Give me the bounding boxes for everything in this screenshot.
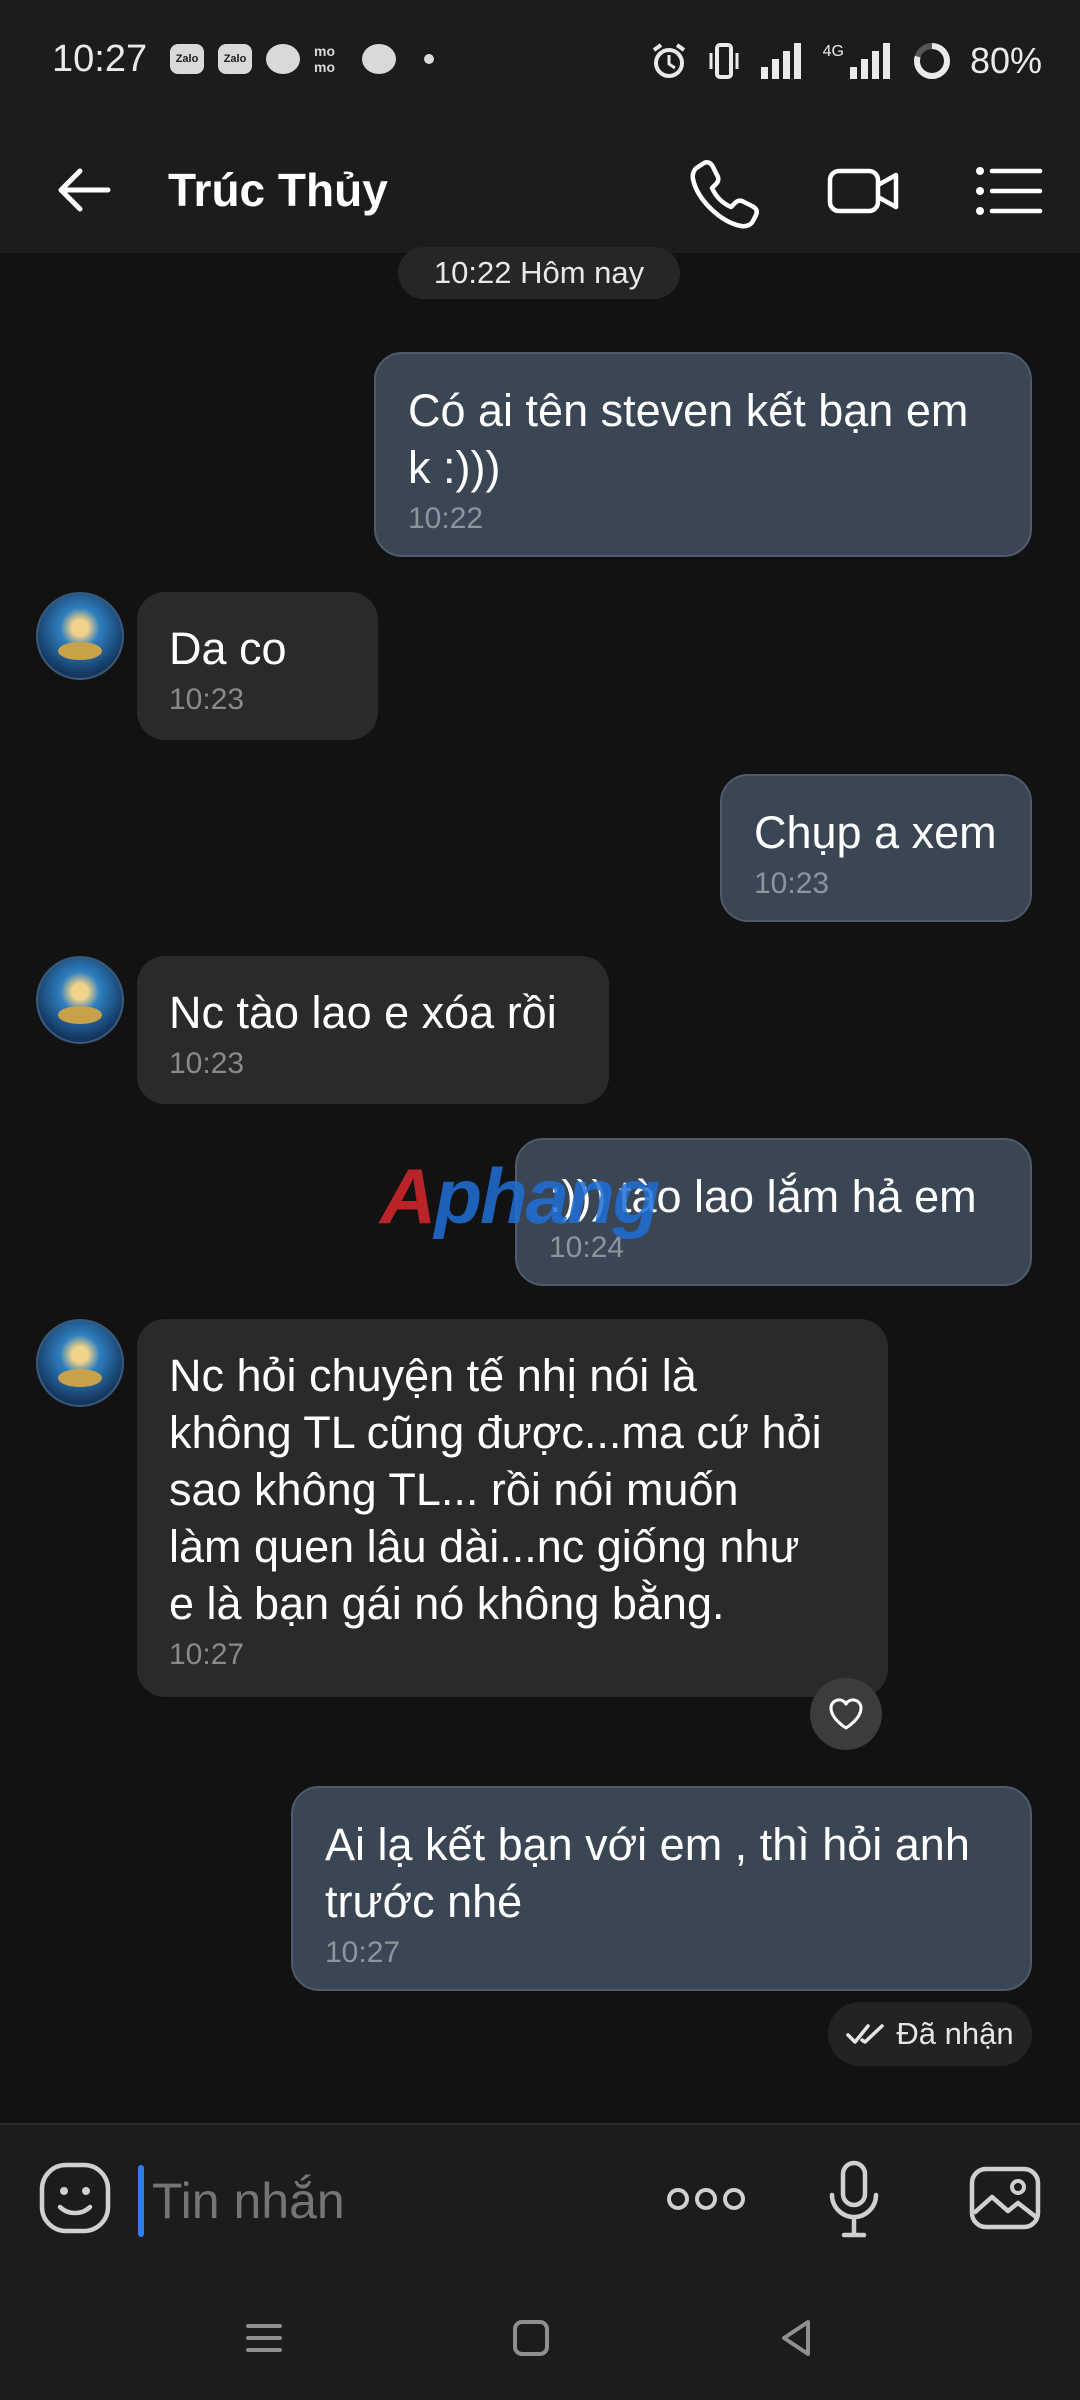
more-options-button[interactable] [664, 2173, 748, 2225]
status-time: 10:27 [52, 38, 148, 80]
heart-icon [829, 1698, 863, 1730]
menu-list-icon [976, 167, 1043, 215]
message-time: 10:22 [408, 502, 484, 535]
message-text: Da co [169, 623, 287, 674]
message-time: 10:27 [325, 1936, 401, 1969]
heart-notification-icon [362, 44, 396, 74]
incoming-message[interactable]: Nc hỏi chuyện tế nhị nói là không TL cũn… [137, 1319, 888, 1697]
message-text: Nc tào lao e xóa rồi [169, 987, 557, 1038]
momo-notification-icon: mo mo [314, 43, 335, 75]
recent-apps-icon [246, 2324, 282, 2352]
sticker-button[interactable] [36, 2159, 114, 2237]
chat-header: Trúc Thủy [0, 125, 1080, 253]
gallery-button[interactable] [966, 2159, 1044, 2237]
image-gallery-icon [969, 2166, 1041, 2230]
notification-icons: Zalo Zalo mo mo [170, 43, 434, 75]
battery-ring-icon [913, 43, 950, 79]
message-time: 10:23 [169, 683, 245, 716]
menu-button[interactable] [968, 151, 1048, 231]
back-triangle-icon [782, 2320, 810, 2356]
delivery-status: Đã nhận [828, 2002, 1032, 2066]
app-notification-icon [266, 44, 300, 74]
zalo-notification-icon: Zalo [170, 44, 204, 74]
voice-message-button[interactable] [826, 2157, 882, 2241]
zalo-notification-icon: Zalo [218, 44, 252, 74]
battery-percent: 80% [969, 40, 1042, 81]
avatar[interactable] [36, 956, 124, 1044]
back-button[interactable] [50, 155, 120, 225]
message-list[interactable]: 10:22 Hôm nay Có ai tên steven kết bạn e… [0, 247, 1080, 2123]
message-input[interactable] [142, 2161, 652, 2241]
delivery-status-text: Đã nhận [896, 2016, 1014, 2051]
system-navigation-bar [0, 2278, 1080, 2400]
message-text: Ai lạ kết bạn với em , thì hỏi anh trước… [325, 1819, 970, 1927]
home-square-icon [513, 2320, 549, 2356]
double-check-icon [846, 2024, 885, 2044]
outgoing-message[interactable]: Ai lạ kết bạn với em , thì hỏi anh trước… [291, 1786, 1032, 1991]
arrow-left-icon [58, 168, 111, 212]
avatar[interactable] [36, 592, 124, 680]
status-bar: 10:27 Zalo Zalo mo mo 4G 80% [0, 0, 1080, 125]
message-text: Nc hỏi chuyện tế nhị nói là không TL cũn… [169, 1350, 822, 1629]
more-dots-icon [667, 2188, 745, 2210]
system-status: 4G 80% [649, 40, 1042, 82]
signal-icon-2 [849, 43, 890, 79]
incoming-message[interactable]: Da co 10:23 [137, 592, 378, 740]
message-time: 10:23 [754, 867, 830, 900]
message-text: Có ai tên steven kết bạn em k :))) [408, 385, 969, 493]
home-button[interactable] [501, 2308, 561, 2368]
react-heart-button[interactable] [810, 1678, 882, 1750]
video-call-button[interactable] [824, 151, 904, 231]
date-separator: 10:22 Hôm nay [398, 247, 680, 299]
watermark: Aphang [380, 1152, 660, 1240]
microphone-icon [829, 2160, 879, 2238]
message-time: 10:27 [169, 1638, 245, 1671]
outgoing-message[interactable]: Chụp a xem 10:23 [720, 774, 1032, 922]
incoming-message[interactable]: Nc tào lao e xóa rồi 10:23 [137, 956, 609, 1104]
call-button[interactable] [682, 151, 762, 231]
message-time: 10:23 [169, 1047, 245, 1080]
sticker-face-icon [39, 2162, 111, 2234]
message-text: Chụp a xem [754, 807, 997, 858]
vibrate-icon [709, 43, 739, 79]
avatar[interactable] [36, 1319, 124, 1407]
video-camera-icon [827, 168, 899, 214]
network-type: 4G [822, 43, 844, 60]
alarm-icon [652, 43, 685, 78]
outgoing-message[interactable]: Có ai tên steven kết bạn em k :))) 10:22 [374, 352, 1032, 557]
system-back-button[interactable] [766, 2308, 826, 2368]
more-notifications-icon [424, 54, 434, 64]
contact-name[interactable]: Trúc Thủy [168, 155, 388, 225]
signal-icon [760, 43, 801, 79]
composer-bar [0, 2123, 1080, 2280]
recents-button[interactable] [234, 2308, 294, 2368]
phone-icon [690, 159, 760, 229]
